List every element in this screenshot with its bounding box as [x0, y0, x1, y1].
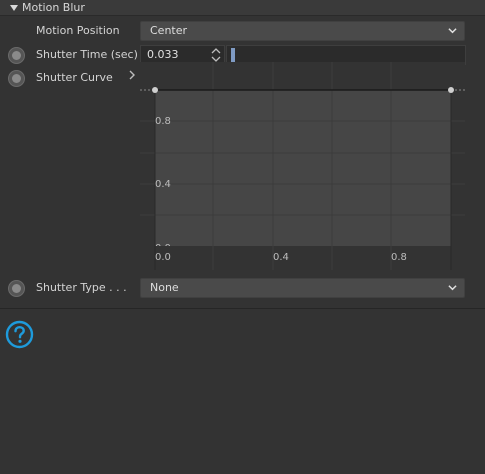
curve-point-end[interactable]	[448, 87, 454, 93]
y-tick-label: 0.4	[155, 179, 171, 190]
up-down-arrows-icon[interactable]	[211, 47, 221, 63]
shutter-curve-editor[interactable]: 0.8 0.4 0.0 0.0 0.4 0.8	[140, 62, 465, 274]
question-circle-icon[interactable]	[5, 320, 34, 349]
curve-point-start[interactable]	[152, 87, 158, 93]
shutter-type-keyframe-icon[interactable]	[8, 280, 25, 297]
y-tick-label: 0.8	[155, 116, 171, 127]
motion-blur-section-header[interactable]: Motion Blur	[0, 0, 485, 16]
motion-position-dropdown[interactable]: Center	[140, 21, 465, 41]
x-tick-label: 0.0	[155, 252, 171, 263]
curve-plot-area[interactable]	[155, 90, 451, 246]
shutter-curve-label: Shutter Curve	[36, 71, 113, 84]
shutter-time-keyframe-icon[interactable]	[8, 47, 25, 64]
shutter-type-value: None	[150, 281, 179, 294]
motion-position-value: Center	[150, 24, 188, 37]
slider-handle[interactable]	[231, 48, 235, 63]
chevron-down-icon	[448, 285, 457, 291]
section-title: Motion Blur	[22, 1, 85, 14]
shutter-type-row: Shutter Type . . . None	[0, 277, 485, 299]
shutter-type-label: Shutter Type . . .	[36, 281, 127, 294]
shutter-time-label: Shutter Time (sec)	[36, 48, 138, 61]
chevron-right-icon[interactable]	[128, 70, 136, 80]
x-tick-label: 0.4	[273, 252, 289, 263]
chevron-down-icon	[448, 28, 457, 34]
collapse-triangle-icon[interactable]	[10, 4, 18, 11]
section-divider	[0, 308, 485, 309]
motion-position-row: Motion Position Center	[0, 20, 485, 42]
x-tick-label: 0.8	[391, 252, 407, 263]
shutter-time-value: 0.033	[147, 48, 179, 61]
shutter-curve-keyframe-icon[interactable]	[8, 70, 25, 87]
motion-position-label: Motion Position	[36, 24, 120, 37]
shutter-type-dropdown[interactable]: None	[140, 278, 465, 298]
curve-graph[interactable]: 0.8 0.4 0.0 0.0 0.4 0.8	[140, 62, 465, 274]
